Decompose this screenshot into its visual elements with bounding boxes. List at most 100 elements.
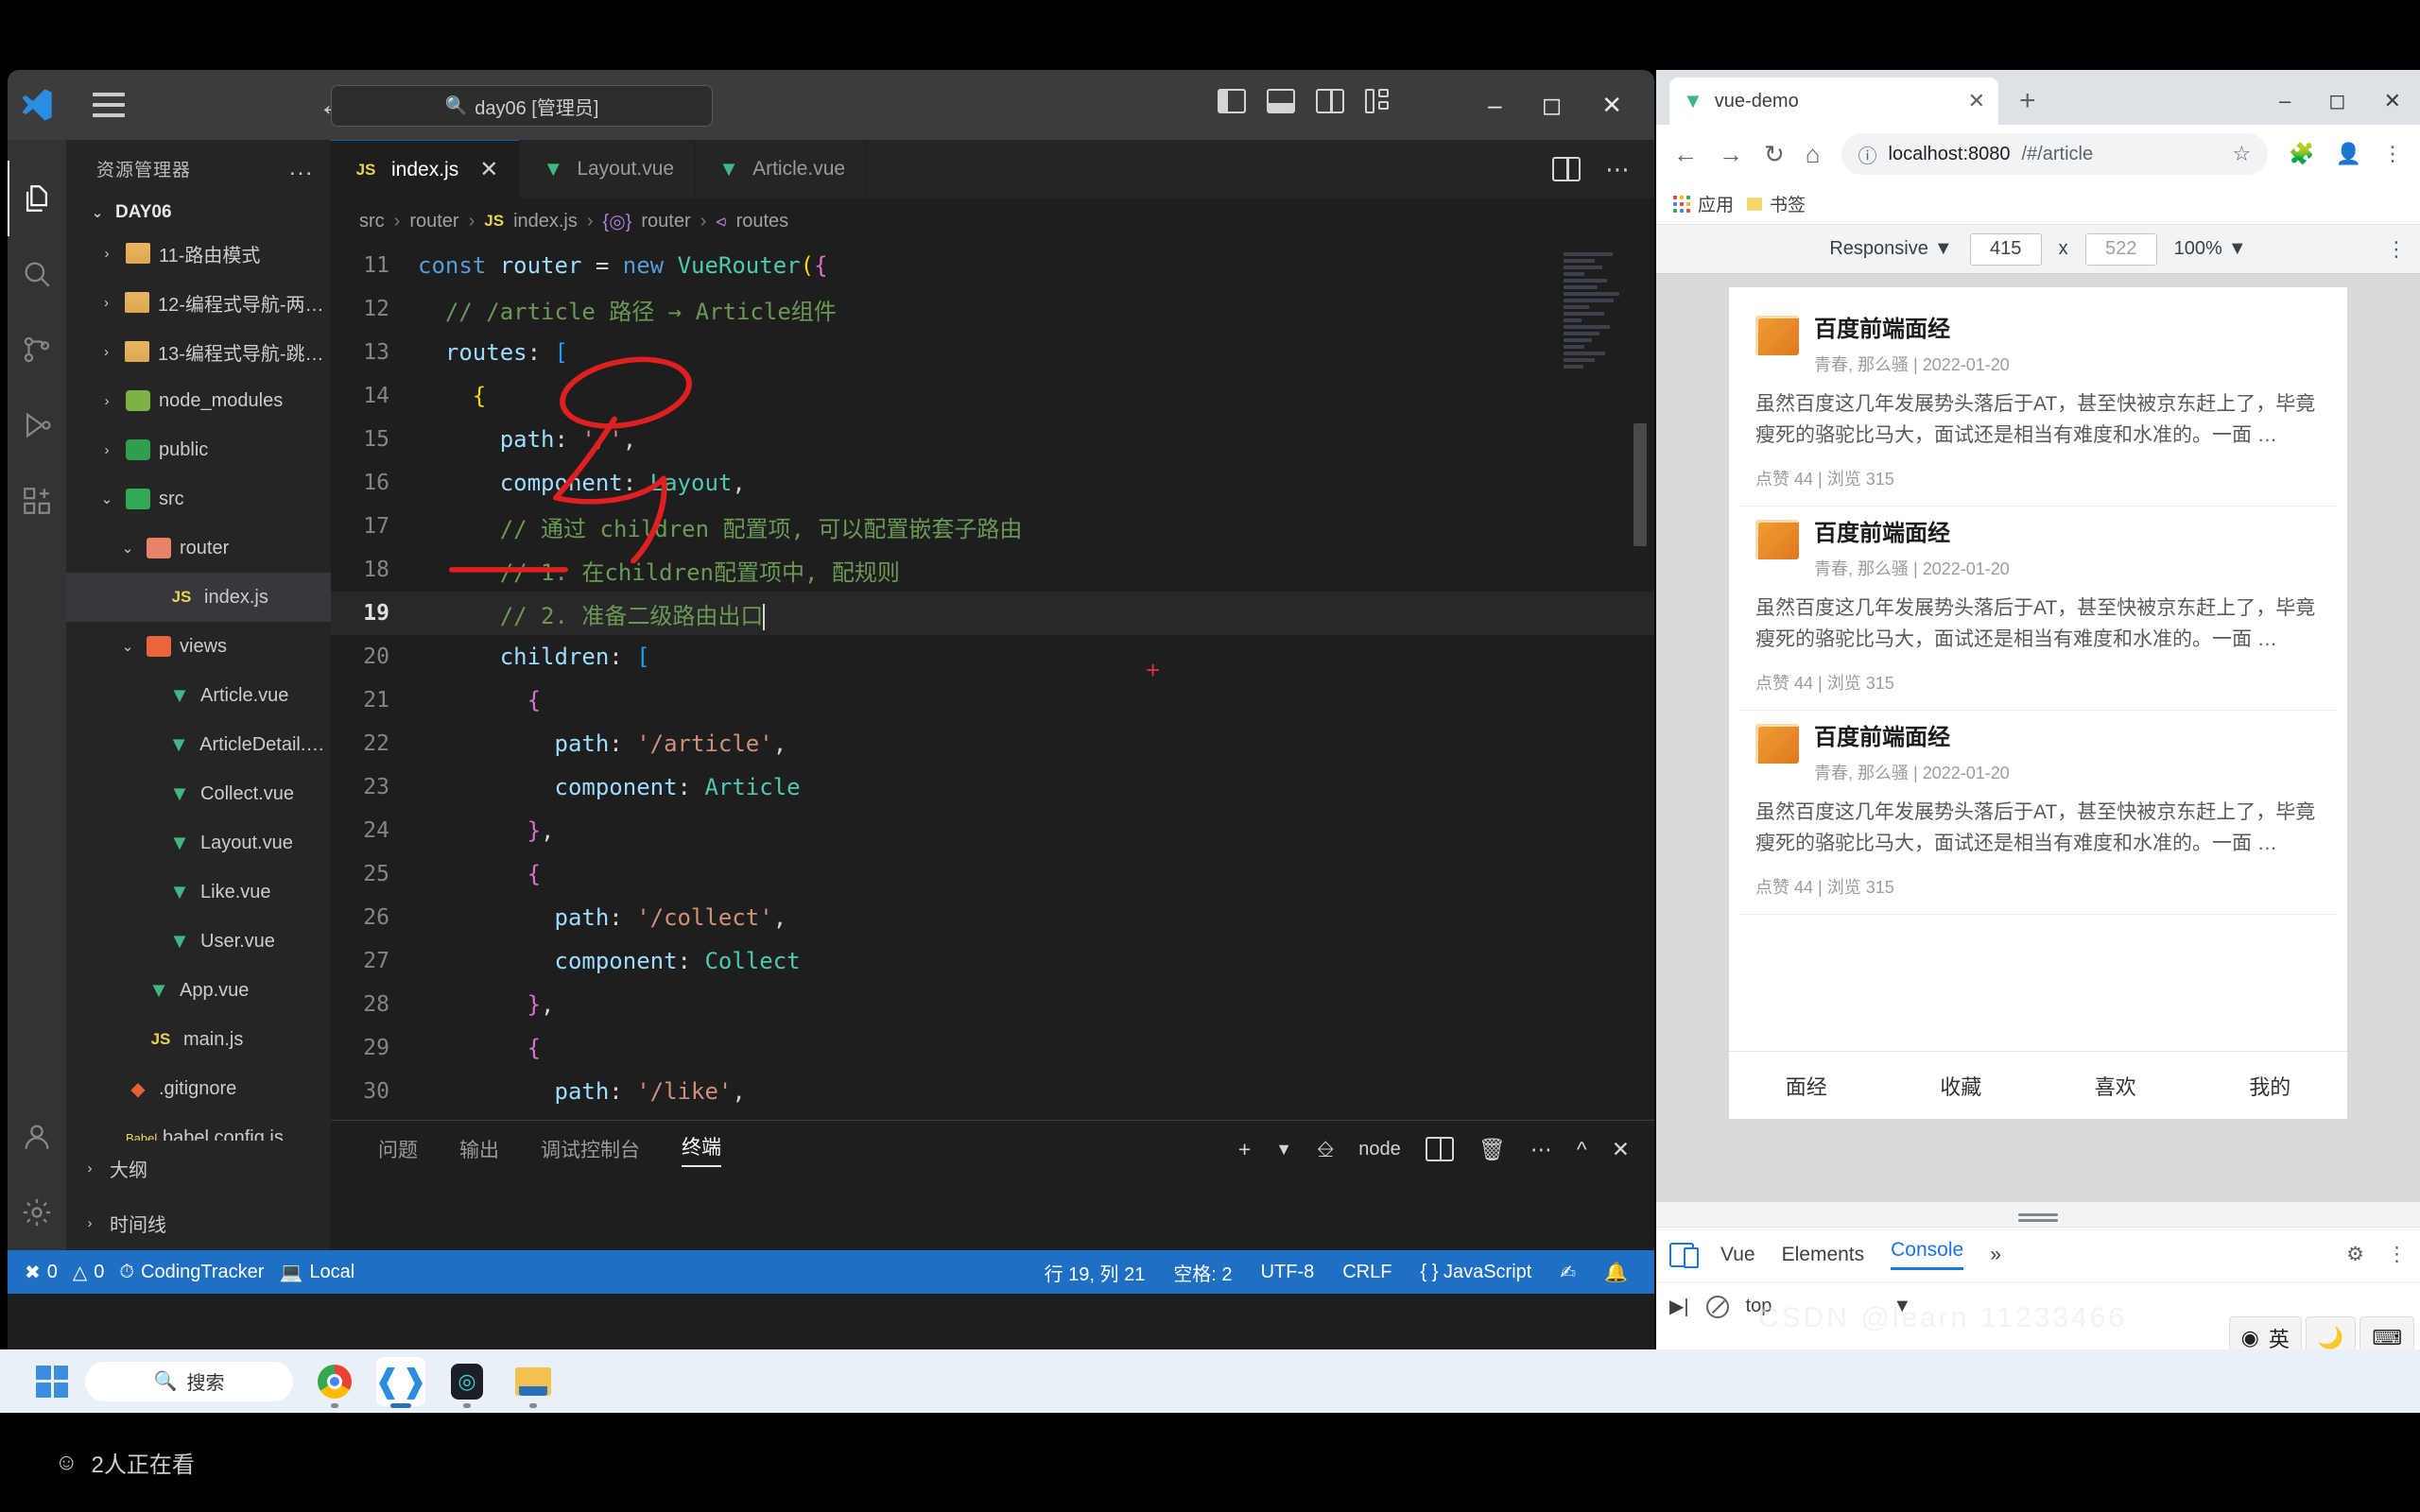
browser-tab-vue-demo[interactable]: ▼ vue-demo ✕ bbox=[1669, 77, 1998, 125]
taskbar-search-box[interactable]: 🔍 搜索 bbox=[85, 1361, 293, 1401]
activity-source-control-icon[interactable] bbox=[8, 312, 66, 387]
minimap[interactable] bbox=[1564, 249, 1634, 561]
tree-item-article.vue[interactable]: ▼ Article.vue bbox=[66, 671, 331, 720]
editor-tab-article-vue[interactable]: ▼ Article.vue bbox=[696, 140, 868, 198]
bookmark-star-icon[interactable]: ☆ bbox=[2232, 142, 2251, 166]
tree-item-collect.vue[interactable]: ▼ Collect.vue bbox=[66, 769, 331, 818]
devtools-tab-elements[interactable]: Elements bbox=[1782, 1244, 1865, 1266]
bookmark-folder[interactable]: 书签 bbox=[1747, 191, 1806, 216]
workspace-root-row[interactable]: ⌄ DAY06 bbox=[66, 197, 331, 229]
tree-item-babel.config.js[interactable]: Babel babel.config.js bbox=[66, 1113, 331, 1142]
tree-twisty-icon[interactable]: › bbox=[96, 344, 116, 360]
status-feedback-icon[interactable]: ✍ bbox=[1560, 1261, 1576, 1284]
code-line[interactable]: 19 // 2. 准备二级路由出口 bbox=[331, 592, 1654, 635]
tree-twisty-icon[interactable]: › bbox=[96, 295, 116, 311]
close-icon[interactable]: ✕ bbox=[1601, 91, 1622, 120]
tree-item-12--...[interactable]: › 12-编程式导航-两种... bbox=[66, 278, 331, 327]
code-line[interactable]: 14 { bbox=[331, 374, 1654, 418]
console-history-icon[interactable]: ▶| bbox=[1669, 1295, 1689, 1318]
explorer-more-icon[interactable]: ... bbox=[289, 155, 314, 181]
tree-item-articledetail.vue[interactable]: ▼ ArticleDetail.vue bbox=[66, 720, 331, 769]
code-line[interactable]: 15 path: '/', bbox=[331, 418, 1654, 461]
panel-tab-0[interactable]: 问题 bbox=[378, 1135, 418, 1163]
site-info-icon[interactable]: ⓘ bbox=[1858, 141, 1877, 168]
tree-twisty-icon[interactable]: ⌄ bbox=[117, 638, 138, 655]
tree-item-user.vue[interactable]: ▼ User.vue bbox=[66, 917, 331, 966]
breadcrumb-item[interactable]: src bbox=[359, 211, 385, 232]
app-tab-2[interactable]: 喜欢 bbox=[2038, 1071, 2193, 1101]
activity-extensions-icon[interactable] bbox=[8, 463, 66, 539]
activity-settings-gear-icon[interactable] bbox=[8, 1175, 66, 1250]
tree-item-like.vue[interactable]: ▼ Like.vue bbox=[66, 868, 331, 917]
maximize-icon[interactable]: ◻ bbox=[2328, 89, 2345, 113]
code-line[interactable]: 11 const router = new VueRouter({ bbox=[331, 244, 1654, 287]
activity-run-debug-icon[interactable] bbox=[8, 387, 66, 463]
viewport-width-input[interactable] bbox=[1969, 232, 2042, 266]
tree-twisty-icon[interactable]: ⌄ bbox=[117, 540, 138, 557]
devtools-resize-handle[interactable] bbox=[1656, 1202, 2420, 1227]
split-terminal-icon[interactable] bbox=[1425, 1137, 1454, 1161]
code-line[interactable]: 23 component: Article bbox=[331, 765, 1654, 809]
profile-avatar-icon[interactable]: 👤 bbox=[2336, 142, 2361, 166]
code-line[interactable]: 12 // /article 路径 → Article组件 bbox=[331, 287, 1654, 331]
browser-home-icon[interactable]: ⌂ bbox=[1806, 140, 1821, 169]
chevron-down-icon[interactable]: ▼ bbox=[1275, 1140, 1292, 1160]
code-line[interactable]: 13 routes: [ bbox=[331, 331, 1654, 374]
new-tab-icon[interactable]: + bbox=[2019, 85, 2036, 117]
tree-twisty-icon[interactable]: ⌄ bbox=[96, 490, 117, 507]
editor-scrollbar[interactable] bbox=[1634, 423, 1647, 546]
tab-close-icon[interactable]: ✕ bbox=[479, 156, 498, 183]
command-search-input[interactable]: 🔍 day06 [管理员] bbox=[331, 85, 713, 127]
status-eol[interactable]: CRLF bbox=[1342, 1262, 1392, 1283]
code-line[interactable]: 18 // 1. 在children配置项中, 配规则 bbox=[331, 548, 1654, 592]
outline-section[interactable]: › 大纲 › 时间线 bbox=[66, 1141, 331, 1250]
extensions-puzzle-icon[interactable]: 🧩 bbox=[2289, 142, 2314, 166]
split-editor-icon[interactable] bbox=[1552, 157, 1581, 181]
close-panel-icon[interactable]: ✕ bbox=[1612, 1137, 1630, 1162]
tree-item-.gitignore[interactable]: ◆ .gitignore bbox=[66, 1064, 331, 1113]
devtools-kebab-icon[interactable]: ⋮ bbox=[2387, 1243, 2407, 1266]
chrome-menu-kebab-icon[interactable]: ⋮ bbox=[2382, 142, 2403, 166]
status-encoding[interactable]: UTF-8 bbox=[1261, 1262, 1315, 1283]
clear-console-icon[interactable] bbox=[1705, 1295, 1729, 1318]
tree-twisty-icon[interactable]: › bbox=[96, 246, 117, 262]
code-line[interactable]: 25 { bbox=[331, 852, 1654, 896]
status-remote[interactable]: 💻 Local bbox=[279, 1261, 354, 1284]
code-line[interactable]: 21 { bbox=[331, 679, 1654, 722]
code-line[interactable]: 27 component: Collect bbox=[331, 939, 1654, 983]
status-cursor-position[interactable]: 行 19, 列 21 bbox=[1045, 1259, 1146, 1286]
minimize-icon[interactable]: – bbox=[1488, 91, 1501, 120]
status-warnings[interactable]: △ 0 bbox=[73, 1261, 105, 1284]
taskbar-app-vscode[interactable]: ❰❱ bbox=[374, 1356, 428, 1408]
tree-item-router[interactable]: ⌄ router bbox=[66, 524, 331, 573]
editor-tab-index-js[interactable]: JS index.js ✕ bbox=[331, 140, 521, 198]
panel-more-icon[interactable]: ⋯ bbox=[1530, 1137, 1552, 1162]
tree-item-13--...[interactable]: › 13-编程式导航-跳转... bbox=[66, 327, 331, 376]
address-bar[interactable]: ⓘ localhost:8080 /#/article ☆ bbox=[1841, 133, 2269, 175]
tree-item-index.js[interactable]: JS index.js bbox=[66, 573, 331, 622]
tree-item-public[interactable]: › public bbox=[66, 425, 331, 474]
tree-item-app.vue[interactable]: ▼ App.vue bbox=[66, 966, 331, 1015]
status-errors[interactable]: ✖ 0 bbox=[25, 1261, 58, 1284]
menu-hamburger-icon[interactable] bbox=[79, 93, 138, 117]
code-line[interactable]: 28 }, bbox=[331, 983, 1654, 1026]
devtools-tab-console[interactable]: Console bbox=[1891, 1239, 1964, 1270]
devtools-tab-vue[interactable]: Vue bbox=[1720, 1244, 1755, 1266]
taskbar-app-chrome[interactable] bbox=[310, 1357, 359, 1408]
breadcrumb-item[interactable]: router bbox=[409, 211, 458, 232]
article-card[interactable]: 百度前端面经 青春, 那么骚 | 2022-01-20 虽然百度这几年发展势头落后于… bbox=[1738, 711, 2338, 916]
tree-item-views[interactable]: ⌄ views bbox=[66, 622, 331, 671]
toggle-secondary-sidebar-icon[interactable] bbox=[1316, 89, 1344, 113]
close-icon[interactable]: ✕ bbox=[2384, 89, 2401, 113]
status-language-mode[interactable]: { } JavaScript bbox=[1420, 1262, 1531, 1283]
breadcrumb-item[interactable]: router bbox=[641, 211, 690, 232]
article-card[interactable]: 百度前端面经 青春, 那么骚 | 2022-01-20 虽然百度这几年发展势头落后于… bbox=[1738, 507, 2338, 712]
status-indentation[interactable]: 空格: 2 bbox=[1173, 1259, 1232, 1286]
panel-tab-2[interactable]: 调试控制台 bbox=[541, 1135, 640, 1163]
panel-tab-1[interactable]: 输出 bbox=[459, 1135, 499, 1163]
tree-twisty-icon[interactable]: › bbox=[96, 393, 117, 409]
customize-layout-icon[interactable] bbox=[1365, 89, 1393, 113]
device-preset-dropdown[interactable]: Responsive ▼ bbox=[1829, 238, 1952, 260]
editor-tab-layout-vue[interactable]: ▼ Layout.vue bbox=[520, 140, 697, 198]
bookmark-apps[interactable]: 应用 bbox=[1673, 191, 1734, 216]
